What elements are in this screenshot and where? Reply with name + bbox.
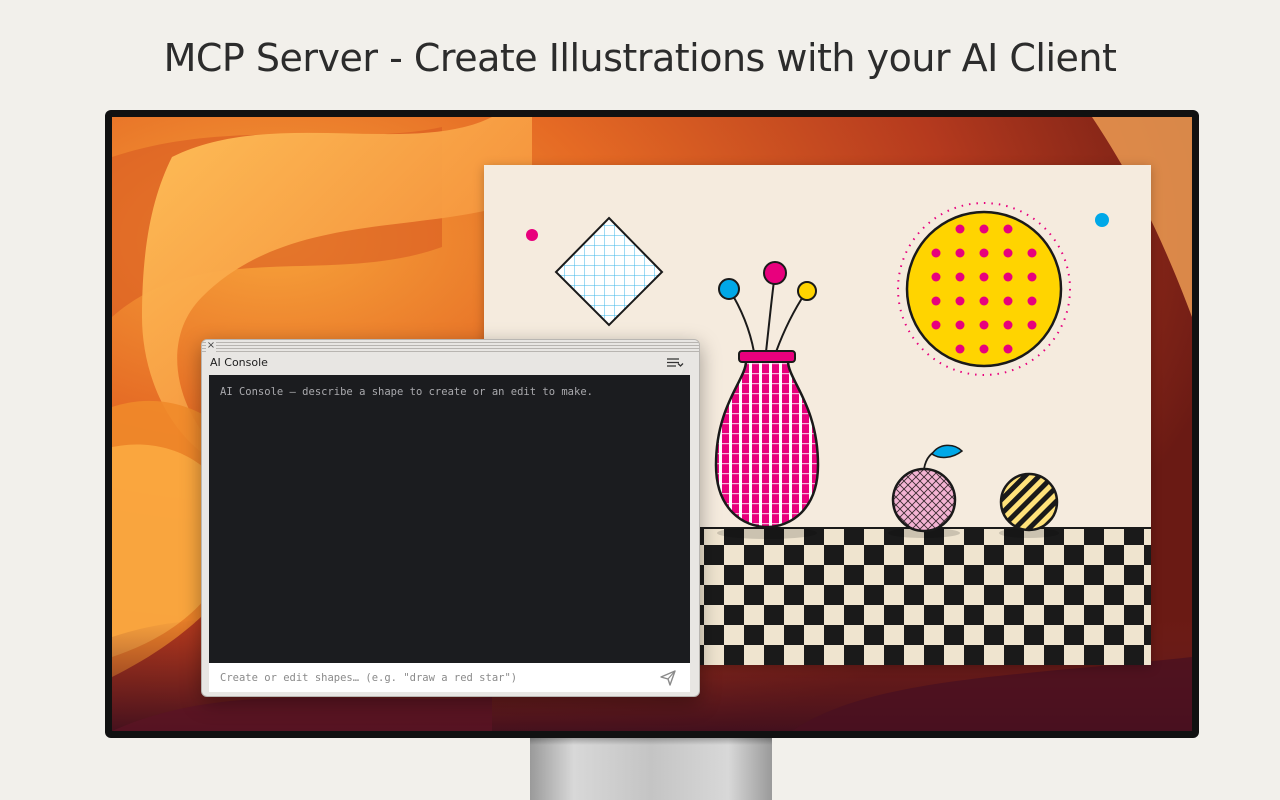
- cyan-flower: [718, 278, 740, 300]
- sun-polka-dot: [955, 344, 965, 354]
- sun-polka-dot: [955, 248, 965, 258]
- console-output: AI Console — describe a shape to create …: [209, 375, 690, 663]
- ai-console-panel: × AI Console AI Console — describe a sha…: [201, 339, 700, 697]
- sun-polka-dot: [1003, 248, 1013, 258]
- console-drag-bar[interactable]: ×: [202, 340, 699, 352]
- console-input-bar: [209, 663, 690, 692]
- striped-ball: [999, 472, 1059, 532]
- vase-shadow: [717, 527, 817, 539]
- sun-polka-dot: [979, 296, 989, 306]
- sun-polka-dot: [979, 320, 989, 330]
- sun-polka-dot: [979, 272, 989, 282]
- sun-polka-dot: [955, 272, 965, 282]
- sun-polka-dot: [931, 320, 941, 330]
- close-icon[interactable]: ×: [206, 340, 216, 352]
- sun-polka-dot: [955, 320, 965, 330]
- sun-polka-dot: [1003, 344, 1013, 354]
- sun-polka-dot: [1027, 272, 1037, 282]
- sun-polka-dot: [955, 296, 965, 306]
- magenta-dot: [526, 229, 538, 241]
- sun-polka-dot: [1027, 296, 1037, 306]
- console-message: AI Console — describe a shape to create …: [220, 386, 593, 398]
- send-icon[interactable]: [659, 669, 677, 687]
- sun-polka-dot: [931, 248, 941, 258]
- sun-polka-dot: [931, 272, 941, 282]
- sun-polka-dot: [1027, 248, 1037, 258]
- sun-polka-dot: [979, 224, 989, 234]
- sun-polka-dot: [979, 344, 989, 354]
- cyan-dot: [1095, 213, 1109, 227]
- sun-polka-dot: [1003, 272, 1013, 282]
- console-title: AI Console: [210, 356, 268, 369]
- monitor-bezel: × AI Console AI Console — describe a sha…: [105, 110, 1199, 738]
- console-header: AI Console: [202, 352, 699, 374]
- sun-polka-dot: [979, 248, 989, 258]
- monitor-screen: × AI Console AI Console — describe a sha…: [112, 117, 1192, 731]
- magenta-flower: [763, 261, 787, 285]
- sun-polka-dot: [1003, 296, 1013, 306]
- sun-polka-dot: [955, 224, 965, 234]
- yellow-flower: [797, 281, 817, 301]
- sun-polka-dot: [931, 296, 941, 306]
- page-headline: MCP Server - Create Illustrations with y…: [163, 36, 1117, 80]
- panel-menu-icon[interactable]: [666, 357, 684, 369]
- console-prompt-input[interactable]: [209, 663, 649, 692]
- sun-polka-dot: [1027, 320, 1037, 330]
- sun-polka-dot: [1003, 320, 1013, 330]
- sun-polka-dot: [1003, 224, 1013, 234]
